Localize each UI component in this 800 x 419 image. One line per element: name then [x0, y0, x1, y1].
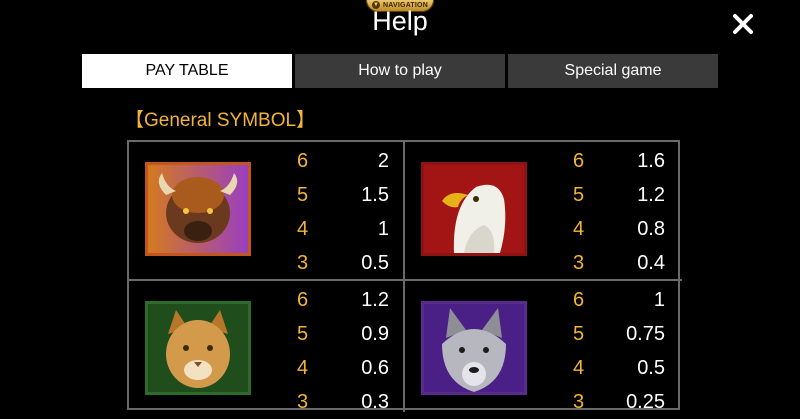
- payout-value: 1: [377, 217, 389, 240]
- tab-special-game[interactable]: Special game: [508, 54, 718, 88]
- bison-icon: [145, 162, 251, 256]
- symbol-count: 6: [573, 288, 585, 311]
- close-button[interactable]: [726, 7, 759, 40]
- payout-value: 0.5: [637, 356, 665, 379]
- payout-value: 1: [653, 288, 665, 311]
- symbol-count: 3: [573, 390, 585, 413]
- tab-how-to-play[interactable]: How to play: [295, 54, 505, 88]
- pay-list: 6 1.2 5 0.9 4 0.6 3 0.3: [297, 283, 397, 419]
- tab-bar: PAY TABLE How to play Special game: [82, 54, 718, 88]
- payout-value: 1.2: [637, 183, 665, 206]
- eagle-icon: [421, 162, 527, 256]
- pay-row: 4 0.5: [573, 351, 673, 385]
- section-title: 【General SYMBOL】: [125, 110, 316, 131]
- page-title: Help: [372, 6, 428, 36]
- symbol-count: 4: [297, 217, 309, 240]
- payout-value: 0.75: [626, 322, 665, 345]
- symbol-count: 5: [573, 322, 585, 345]
- pay-row: 3 0.5: [297, 246, 397, 280]
- payout-value: 0.25: [626, 390, 665, 413]
- payout-value: 0.6: [361, 356, 389, 379]
- symbol-count: 3: [573, 251, 585, 274]
- close-icon: [732, 13, 753, 34]
- pay-row: 4 0.6: [297, 351, 397, 385]
- pay-row: 61: [573, 283, 673, 317]
- paytable-cell-bison: 62 5 1.5 41 3 0.5: [129, 142, 401, 277]
- pay-list: 61 5 0.75 4 0.5 3 0.25: [573, 283, 673, 419]
- pay-row: 5 1.2: [573, 178, 673, 212]
- paytable-grid: 62 5 1.5 41 3 0.5 6 1.6 5 1.2 4 0.8 3 0.4: [127, 140, 682, 413]
- tab-pay-table[interactable]: PAY TABLE: [82, 54, 292, 88]
- payout-value: 1.2: [361, 288, 389, 311]
- payout-value: 1.5: [361, 183, 389, 206]
- paytable-cell-wolf: 61 5 0.75 4 0.5 3 0.25: [405, 281, 677, 416]
- pay-row: 41: [297, 212, 397, 246]
- symbol-count: 5: [297, 322, 309, 345]
- pay-row: 5 0.75: [573, 317, 673, 351]
- pay-row: 3 0.3: [297, 385, 397, 419]
- payout-value: 0.8: [637, 217, 665, 240]
- payout-value: 0.4: [637, 251, 665, 274]
- pay-row: 5 1.5: [297, 178, 397, 212]
- symbol-count: 4: [573, 217, 585, 240]
- paytable-cell-cougar: 6 1.2 5 0.9 4 0.6 3 0.3: [129, 281, 401, 416]
- symbol-count: 6: [573, 149, 585, 172]
- payout-value: 0.5: [361, 251, 389, 274]
- pay-row: 62: [297, 144, 397, 178]
- pay-row: 5 0.9: [297, 317, 397, 351]
- pay-list: 6 1.6 5 1.2 4 0.8 3 0.4: [573, 144, 673, 280]
- pay-row: 3 0.25: [573, 385, 673, 419]
- payout-value: 2: [377, 149, 389, 172]
- symbol-count: 6: [297, 288, 309, 311]
- symbol-count: 5: [573, 183, 585, 206]
- pay-row: 6 1.2: [297, 283, 397, 317]
- payout-value: 0.9: [361, 322, 389, 345]
- payout-value: 1.6: [637, 149, 665, 172]
- pay-row: 3 0.4: [573, 246, 673, 280]
- symbol-count: 3: [297, 251, 309, 274]
- wolf-icon: [421, 301, 527, 395]
- payout-value: 0.3: [361, 390, 389, 413]
- symbol-count: 5: [297, 183, 309, 206]
- symbol-count: 4: [297, 356, 309, 379]
- symbol-count: 3: [297, 390, 309, 413]
- pay-row: 4 0.8: [573, 212, 673, 246]
- pay-row: 6 1.6: [573, 144, 673, 178]
- paytable-cell-eagle: 6 1.6 5 1.2 4 0.8 3 0.4: [405, 142, 677, 277]
- symbol-count: 4: [573, 356, 585, 379]
- cougar-icon: [145, 301, 251, 395]
- symbol-count: 6: [297, 149, 309, 172]
- pay-list: 62 5 1.5 41 3 0.5: [297, 144, 397, 280]
